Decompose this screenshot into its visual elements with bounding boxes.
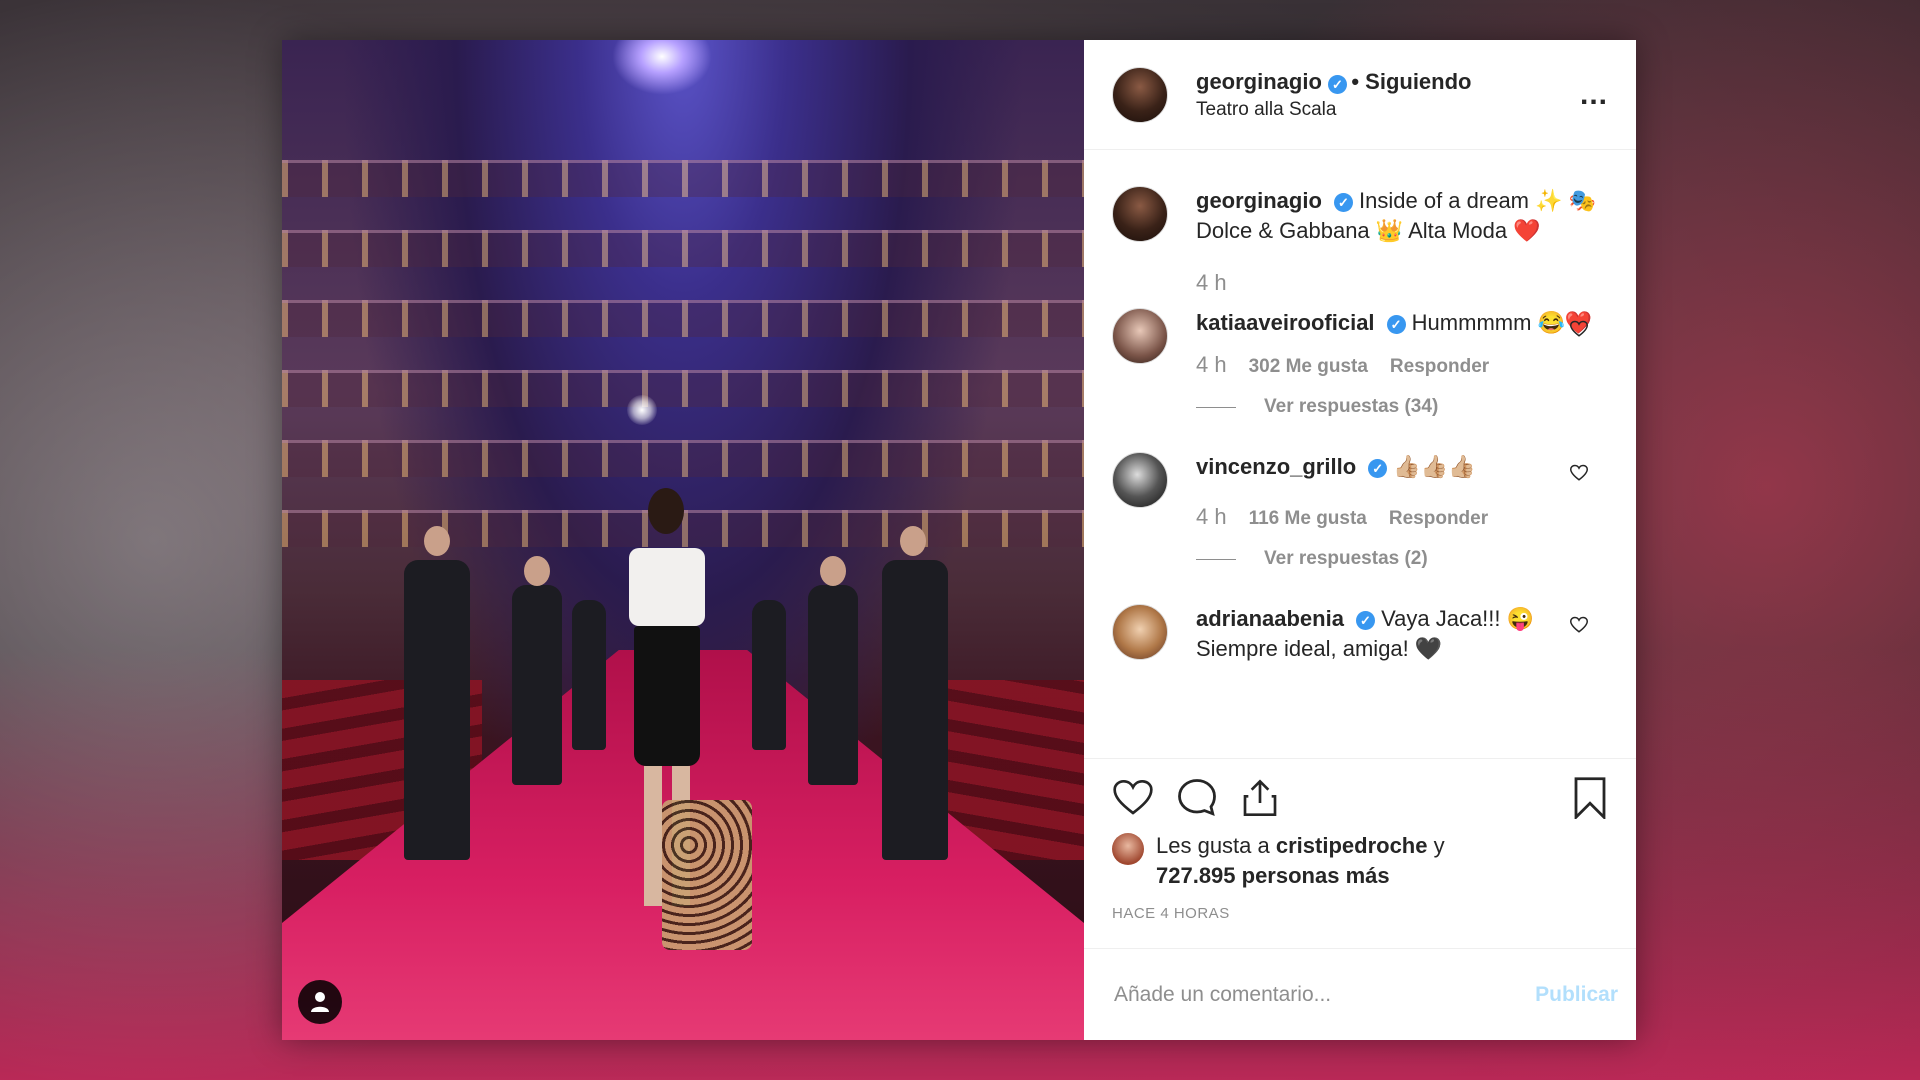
- reply-button[interactable]: Responder: [1389, 504, 1488, 534]
- caption-username[interactable]: georginagio: [1196, 188, 1322, 213]
- location-link[interactable]: Teatro alla Scala: [1196, 99, 1580, 121]
- guard-figure: [752, 600, 786, 750]
- heart-icon[interactable]: [1112, 778, 1154, 818]
- comment-icon[interactable]: [1176, 777, 1218, 819]
- spotlight: [627, 395, 657, 425]
- avatar[interactable]: [1112, 66, 1168, 123]
- post-actions: Les gusta a cristipedroche y 727.895 per…: [1084, 758, 1636, 948]
- user-tag-icon: [311, 992, 329, 1012]
- view-replies-button[interactable]: Ver respuestas (2): [1196, 544, 1608, 574]
- bookmark-icon[interactable]: [1572, 777, 1608, 819]
- post-sidebar: georginagio ✓ • Siguiendo Teatro alla Sca…: [1084, 40, 1636, 1040]
- comment-username[interactable]: vincenzo_grillo: [1196, 454, 1356, 479]
- comment-likes[interactable]: 116 Me gusta: [1249, 504, 1367, 534]
- post-header: georginagio ✓ • Siguiendo Teatro alla Sca…: [1084, 40, 1636, 150]
- verified-icon: ✓: [1333, 192, 1353, 212]
- comment-like-icon[interactable]: [1570, 616, 1588, 634]
- comment-time[interactable]: 4 h: [1196, 350, 1227, 380]
- guard-figure: [882, 560, 948, 860]
- avatar[interactable]: [1112, 186, 1168, 242]
- comment-likes[interactable]: 302 Me gusta: [1249, 352, 1368, 382]
- post-timestamp[interactable]: HACE 4 HORAS: [1112, 905, 1608, 922]
- likes-conjunction: y: [1433, 833, 1445, 858]
- view-replies-button[interactable]: Ver respuestas (34): [1196, 392, 1608, 422]
- likes-summary: Les gusta a cristipedroche y 727.895 per…: [1112, 831, 1608, 891]
- view-replies-label: Ver respuestas (34): [1264, 396, 1439, 417]
- likes-count-button[interactable]: 727.895 personas más: [1156, 863, 1390, 888]
- comment-item: katiaaveirooficial ✓ Hummmmm 😂❤️ 4 h 302 …: [1112, 308, 1608, 422]
- leopard-coat: [662, 800, 752, 950]
- verified-icon: ✓: [1368, 458, 1388, 478]
- guard-figure: [512, 585, 562, 785]
- comment-username[interactable]: adrianaabenia: [1196, 606, 1344, 631]
- woman-head: [648, 488, 684, 534]
- comment-input[interactable]: [1112, 981, 1536, 1008]
- comment-like-icon[interactable]: [1570, 464, 1588, 482]
- more-options-button[interactable]: ...: [1580, 78, 1608, 112]
- verified-icon: ✓: [1355, 610, 1375, 630]
- chandelier: [612, 40, 712, 95]
- verified-icon: ✓: [1327, 74, 1347, 94]
- woman-skirt: [634, 626, 700, 766]
- add-comment-bar: Publicar: [1084, 948, 1636, 1040]
- user-tag-button[interactable]: [298, 980, 342, 1024]
- header-username[interactable]: georginagio: [1196, 69, 1322, 94]
- reply-button[interactable]: Responder: [1390, 352, 1489, 382]
- view-replies-label: Ver respuestas (2): [1264, 548, 1428, 569]
- guard-figure: [404, 560, 470, 860]
- avatar[interactable]: [1112, 452, 1168, 508]
- instagram-post: georginagio ✓ • Siguiendo Teatro alla Sca…: [282, 40, 1636, 1040]
- comment-text: 👍🏼👍🏼👍🏼: [1393, 454, 1476, 479]
- avatar[interactable]: [1112, 604, 1168, 660]
- comment-like-icon[interactable]: [1570, 320, 1588, 338]
- post-photo[interactable]: [282, 40, 1084, 1040]
- comment-time[interactable]: 4 h: [1196, 502, 1227, 532]
- avatar[interactable]: [1112, 833, 1144, 865]
- share-icon[interactable]: [1240, 777, 1280, 819]
- caption-time[interactable]: 4 h: [1196, 268, 1227, 298]
- comments-list[interactable]: georginagio ✓ Inside of a dream ✨ 🎭 Dolce…: [1084, 150, 1636, 758]
- guard-figure: [808, 585, 858, 785]
- comment-item: vincenzo_grillo ✓ 👍🏼👍🏼👍🏼 4 h 116 Me gusta…: [1112, 452, 1608, 574]
- guard-figure: [572, 600, 606, 750]
- comment-text: Hummmmm 😂❤️: [1411, 310, 1593, 335]
- comment-item: adrianaabenia ✓ Vaya Jaca!!! 😜 Siempre id…: [1112, 604, 1608, 664]
- following-button[interactable]: • Siguiendo: [1351, 69, 1471, 94]
- avatar[interactable]: [1112, 308, 1168, 364]
- publish-button[interactable]: Publicar: [1535, 983, 1618, 1007]
- likes-prefix: Les gusta a: [1156, 833, 1270, 858]
- liked-by-user[interactable]: cristipedroche: [1276, 833, 1428, 858]
- caption: georginagio ✓ Inside of a dream ✨ 🎭 Dolce…: [1112, 186, 1608, 298]
- comment-username[interactable]: katiaaveirooficial: [1196, 310, 1375, 335]
- verified-icon: ✓: [1386, 314, 1406, 334]
- woman-top: [629, 548, 705, 626]
